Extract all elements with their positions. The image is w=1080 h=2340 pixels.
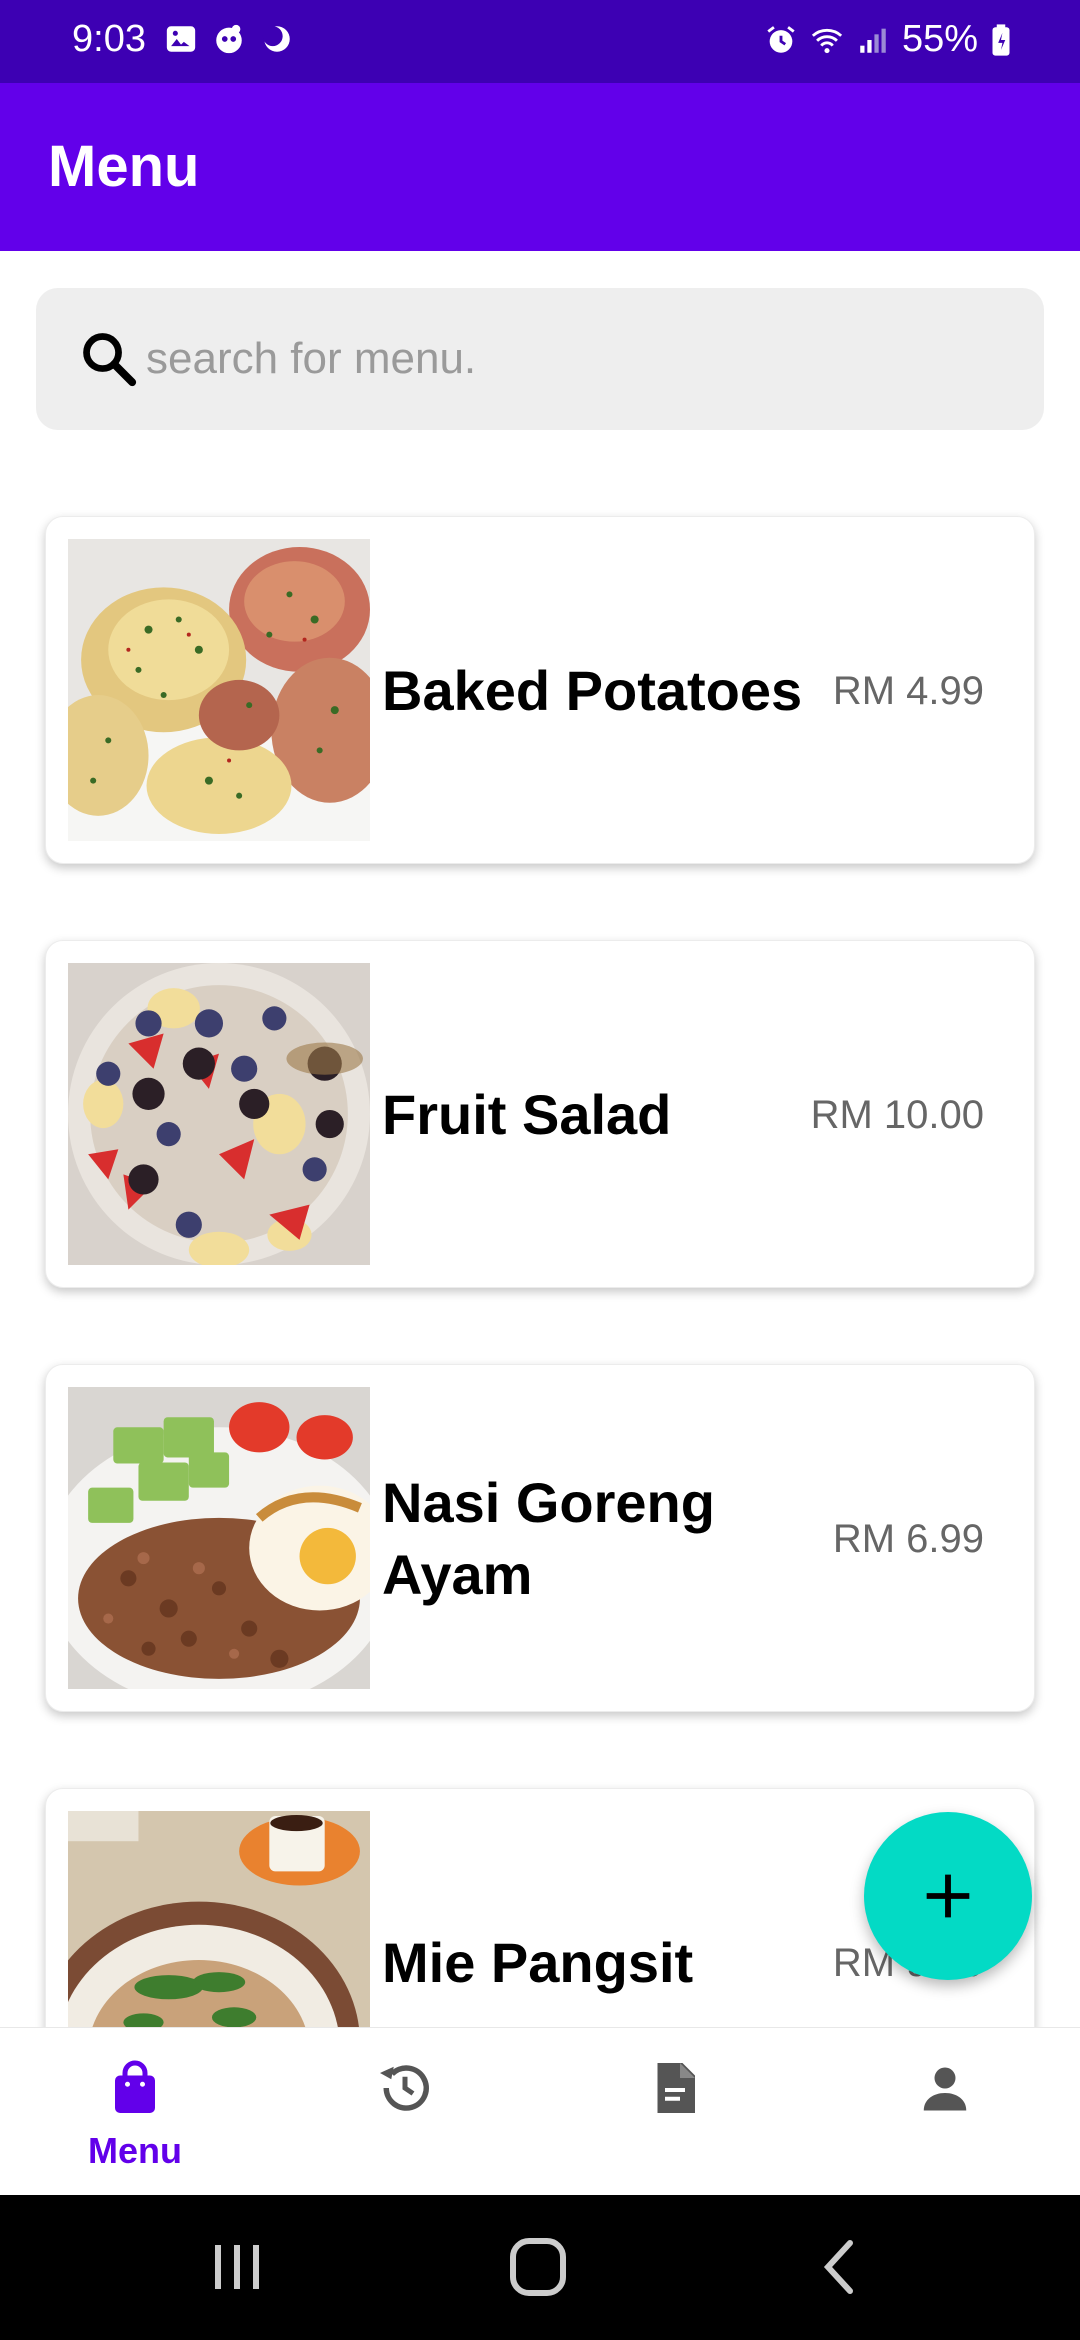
add-menu-item-button[interactable] [864, 1812, 1032, 1980]
recent-apps-icon[interactable] [202, 2235, 272, 2299]
battery-percent: 55% [901, 18, 978, 60]
battery-icon [992, 23, 1010, 56]
shopping-bag-icon [115, 2060, 155, 2113]
plus-icon [926, 1874, 970, 1918]
game-icon [216, 24, 242, 54]
person-icon [923, 2067, 967, 2111]
menu-item-card[interactable]: Nasi Goreng Ayam RM 6.99 [45, 1364, 1035, 1712]
system-navigation-bar [0, 2195, 1080, 2340]
status-time: 9:03 [72, 18, 146, 60]
search-input[interactable] [146, 316, 1006, 402]
image-icon [166, 26, 196, 52]
menu-list[interactable]: Baked Potatoes RM 4.99 Fruit Salad RM 10… [0, 430, 1080, 2027]
status-bar: 9:03 55% [0, 0, 1080, 83]
page-title: Menu [48, 134, 200, 199]
wifi-icon [811, 28, 843, 53]
menu-item-image [68, 1387, 370, 1689]
menu-item-name: Baked Potatoes [382, 659, 803, 723]
back-icon[interactable] [806, 2235, 876, 2299]
menu-item-price: RM 4.99 [832, 668, 984, 713]
home-icon[interactable] [503, 2235, 573, 2299]
search-icon [83, 333, 137, 387]
bottom-navigation: Menu [0, 2027, 1080, 2195]
menu-item-card[interactable]: Baked Potatoes RM 4.99 [45, 516, 1035, 864]
signal-icon [860, 28, 886, 53]
nav-item-menu[interactable]: Menu [0, 2028, 270, 2196]
status-notification-icons [164, 22, 294, 56]
menu-item-name: Mie Pangsit [382, 1931, 694, 1995]
search-bar[interactable] [36, 288, 1044, 430]
nav-item-label: Menu [88, 2130, 182, 2171]
menu-item-image [68, 1811, 370, 2027]
nav-item-history[interactable] [270, 2028, 540, 2196]
moon-icon [262, 26, 290, 52]
menu-item-name: Nasi Goreng Ayam [382, 1471, 715, 1606]
menu-item-name: Fruit Salad [382, 1083, 672, 1147]
menu-item-price: RM 10.00 [810, 1092, 984, 1137]
menu-item-image [68, 539, 370, 841]
nav-item-profile[interactable] [810, 2028, 1080, 2196]
nav-item-orders[interactable] [540, 2028, 810, 2196]
history-icon [380, 2065, 429, 2111]
alarm-icon [767, 25, 795, 53]
menu-item-image [68, 963, 370, 1265]
document-icon [657, 2063, 695, 2113]
app-bar: Menu [0, 83, 1080, 251]
menu-item-card[interactable]: Fruit Salad RM 10.00 [45, 940, 1035, 1288]
status-system-icons: 55% [764, 18, 1012, 61]
menu-item-price: RM 6.99 [832, 1516, 984, 1561]
